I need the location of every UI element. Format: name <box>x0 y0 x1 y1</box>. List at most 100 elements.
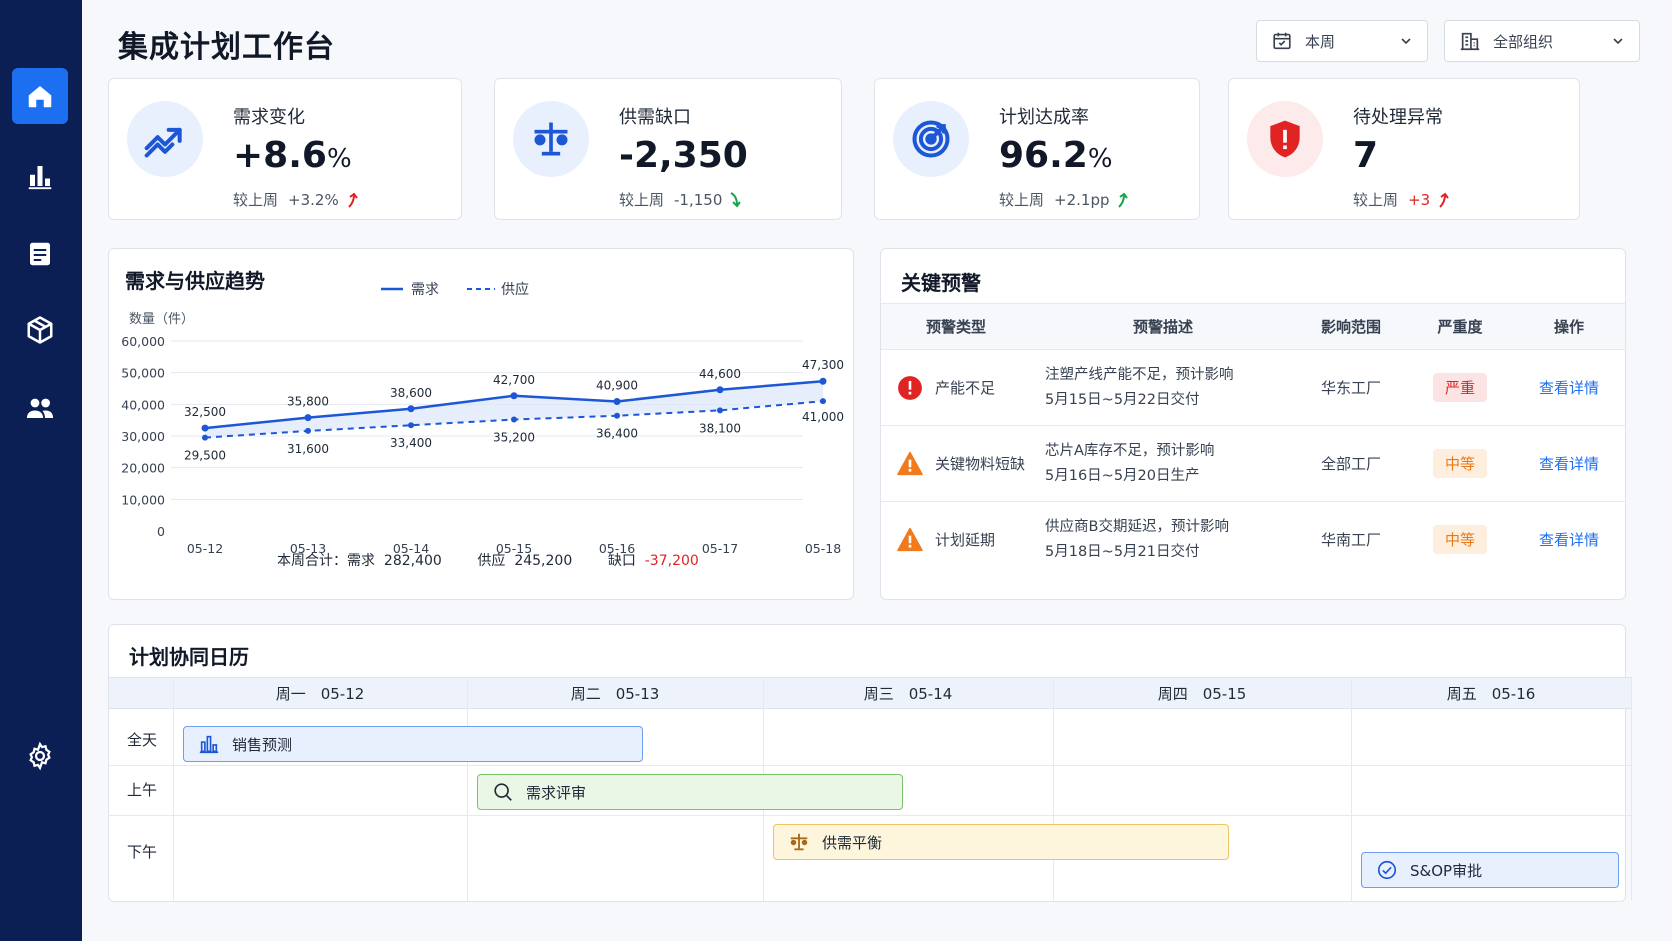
alerts-table: 预警类型 预警描述 影响范围 严重度 操作 产能不足 注塑产线产能不足，预计影响… <box>881 303 1625 578</box>
page-title: 集成计划工作台 <box>118 30 335 65</box>
kpi-delta: -1,150 <box>674 190 723 209</box>
kpi-value: 96.2% <box>999 135 1113 176</box>
data-point-demand <box>304 414 312 422</box>
data-point-supply <box>305 427 311 434</box>
nav-home[interactable] <box>12 68 68 124</box>
data-label-supply: 31,600 <box>287 442 329 456</box>
y-tick-label: 0 <box>157 524 165 539</box>
alert-scope: 华南工厂 <box>1320 531 1381 550</box>
nav-inventory[interactable] <box>12 302 68 358</box>
alert-scope: 全部工厂 <box>1295 425 1407 502</box>
day-header-mon: 周一 05-12 <box>173 677 467 709</box>
y-tick-label: 60,000 <box>121 334 165 349</box>
table-row: 产能不足 注塑产线产能不足，预计影响 5月15日~5月22日交付 华东工厂 严重 … <box>881 349 1625 426</box>
scale-icon <box>790 833 808 851</box>
scale-icon <box>534 122 568 156</box>
y-tick-label: 20,000 <box>121 461 165 476</box>
arrow-up-icon <box>1118 192 1129 208</box>
day-header-thu: 周四 05-15 <box>1053 677 1351 709</box>
chevron-down-icon <box>1401 38 1411 45</box>
col-severity: 严重度 <box>1407 303 1513 350</box>
trend-chart: 数量（件） 0 10,000 20,000 30,000 40,000 50,000 60,0… <box>121 281 844 569</box>
data-label-supply: 33,400 <box>390 436 432 450</box>
kpi-delta: +2.1pp <box>1054 190 1110 209</box>
kpi-plan-achievement: 计划达成率 96.2% 较上周 +2.1pp <box>874 78 1200 220</box>
data-label-demand: 40,900 <box>596 378 638 392</box>
chevron-down-icon <box>1613 38 1623 45</box>
data-label-demand: 42,700 <box>493 373 535 387</box>
org-select-value: 全部组织 <box>1493 32 1554 51</box>
alert-desc-date: 5月18日~5月21日交付 <box>1045 543 1200 560</box>
alert-type: 产能不足 <box>935 379 996 397</box>
y-tick-label: 30,000 <box>121 429 165 444</box>
error-icon <box>898 375 922 400</box>
kpi-value: 7 <box>1353 135 1379 176</box>
view-details-link[interactable]: 查看详情 <box>1539 531 1599 549</box>
org-select[interactable]: 全部组织 <box>1444 20 1640 62</box>
data-point-supply <box>614 412 620 419</box>
x-tick-label: 05-18 <box>805 541 841 556</box>
event-sop-approval[interactable]: S&OP审批 <box>1361 852 1619 888</box>
cube-icon <box>27 316 53 344</box>
kpi-demand-change: 需求变化 +8.6% 较上周 +3.2% <box>108 78 462 220</box>
kpi-value: -2,350 <box>619 135 748 176</box>
shield-alert-icon <box>1270 120 1300 158</box>
users-icon <box>26 398 54 418</box>
data-label-supply: 38,100 <box>699 421 741 435</box>
warning-icon <box>897 451 923 475</box>
data-point-demand <box>613 397 621 405</box>
bar-chart-icon <box>28 166 52 190</box>
document-icon <box>30 242 50 266</box>
alerts-title: 关键预警 <box>901 271 981 295</box>
alert-desc-date: 5月16日~5月20日生产 <box>1045 467 1200 484</box>
alert-desc: 注塑产线产能不足，预计影响 <box>1045 366 1234 383</box>
period-select[interactable]: 本周 <box>1256 20 1428 62</box>
legend-label-demand: 需求 <box>411 282 439 298</box>
kpi-supply-gap: 供需缺口 -2,350 较上周 -1,150 <box>494 78 842 220</box>
alert-scope: 华东工厂 <box>1295 349 1407 426</box>
view-details-link[interactable]: 查看详情 <box>1539 379 1599 397</box>
event-label: 销售预测 <box>232 735 293 754</box>
weekly-summary: 本周合计：需求 282,400 供应 245,200 缺口 -37,200 <box>277 552 699 569</box>
col-desc: 预警描述 <box>1031 303 1295 350</box>
x-tick-label: 05-12 <box>187 541 223 556</box>
search-icon <box>494 783 512 801</box>
bar-chart-icon <box>199 735 219 754</box>
data-label-demand: 35,800 <box>287 395 329 409</box>
nav-settings[interactable] <box>12 728 68 784</box>
data-label-demand: 44,600 <box>699 367 741 381</box>
legend-label-supply: 供应 <box>501 281 529 298</box>
row-label-allday: 全天 <box>127 731 158 749</box>
severity-badge: 严重 <box>1432 373 1487 402</box>
building-icon <box>1460 32 1480 51</box>
row-label-afternoon: 下午 <box>127 843 158 861</box>
kpi-label: 需求变化 <box>233 107 305 128</box>
data-point-supply <box>202 434 208 441</box>
data-point-demand <box>201 424 209 432</box>
nav-documents[interactable] <box>12 226 68 282</box>
view-details-link[interactable]: 查看详情 <box>1539 455 1599 473</box>
data-label-supply: 29,500 <box>184 449 226 463</box>
calendar-title: 计划协同日历 <box>129 645 249 669</box>
day-header-tue: 周二 05-13 <box>467 677 763 709</box>
y-tick-label: 40,000 <box>121 397 165 412</box>
x-tick-label: 05-17 <box>702 541 738 556</box>
data-point-demand <box>716 386 724 394</box>
alert-type: 关键物料短缺 <box>935 455 1026 473</box>
nav-users[interactable] <box>12 380 68 436</box>
data-point-supply <box>717 407 723 414</box>
warning-icon <box>897 527 923 551</box>
y-axis-label: 数量（件） <box>129 312 194 327</box>
event-sales-forecast[interactable]: 销售预测 <box>183 726 643 762</box>
alert-desc: 芯片A库存不足，预计影响 <box>1045 442 1215 459</box>
arrow-down-icon <box>730 191 742 208</box>
settings-icon <box>29 741 51 771</box>
event-supply-balance[interactable]: 供需平衡 <box>773 824 1229 860</box>
event-demand-review[interactable]: 需求评审 <box>477 774 903 810</box>
trending-up-icon <box>144 127 182 158</box>
nav-analytics[interactable] <box>12 148 68 204</box>
check-circle-icon <box>1377 860 1397 880</box>
severity-badge: 中等 <box>1432 525 1487 555</box>
alerts-card: 关键预警 预警类型 预警描述 影响范围 严重度 操作 产能不足 注塑产线产能不足… <box>880 248 1626 600</box>
alert-desc-date: 5月15日~5月22日交付 <box>1045 391 1200 408</box>
